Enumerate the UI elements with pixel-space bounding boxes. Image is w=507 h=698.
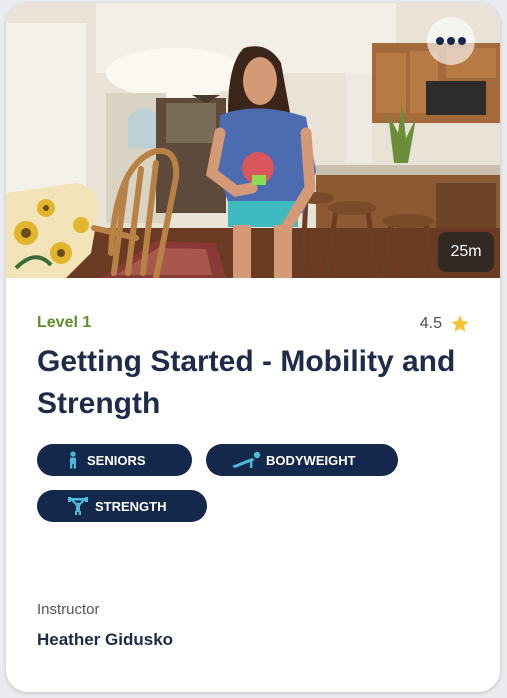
kitchen-scene-image (6, 3, 500, 278)
level-label: Level 1 (37, 314, 92, 331)
instructor-label: Instructor (37, 601, 100, 618)
class-thumbnail[interactable]: 25m (6, 3, 500, 278)
instructor-name[interactable]: Heather Gidusko (37, 630, 173, 650)
more-dots-icon (436, 37, 466, 45)
class-title: Getting Started - Mobility and Strength (37, 345, 456, 420)
tag-bodyweight[interactable]: BODYWEIGHT (206, 444, 398, 476)
tag-seniors[interactable]: SENIORS (37, 444, 192, 476)
tag-label: SENIORS (87, 452, 146, 468)
more-options-button[interactable] (427, 17, 475, 65)
tag-label: STRENGTH (95, 498, 167, 514)
tag-label: BODYWEIGHT (266, 452, 356, 468)
weightlifter-icon (61, 497, 95, 515)
star-icon (451, 315, 469, 332)
pushup-icon (226, 451, 266, 469)
class-card[interactable]: 25m Level 1 4.5 Getting Started - Mobili… (6, 3, 500, 692)
tag-strength[interactable]: STRENGTH (37, 490, 207, 522)
person-icon (59, 451, 87, 469)
duration-badge: 25m (438, 232, 494, 272)
rating-value: 4.5 (419, 315, 442, 332)
rating: 4.5 (420, 314, 470, 334)
